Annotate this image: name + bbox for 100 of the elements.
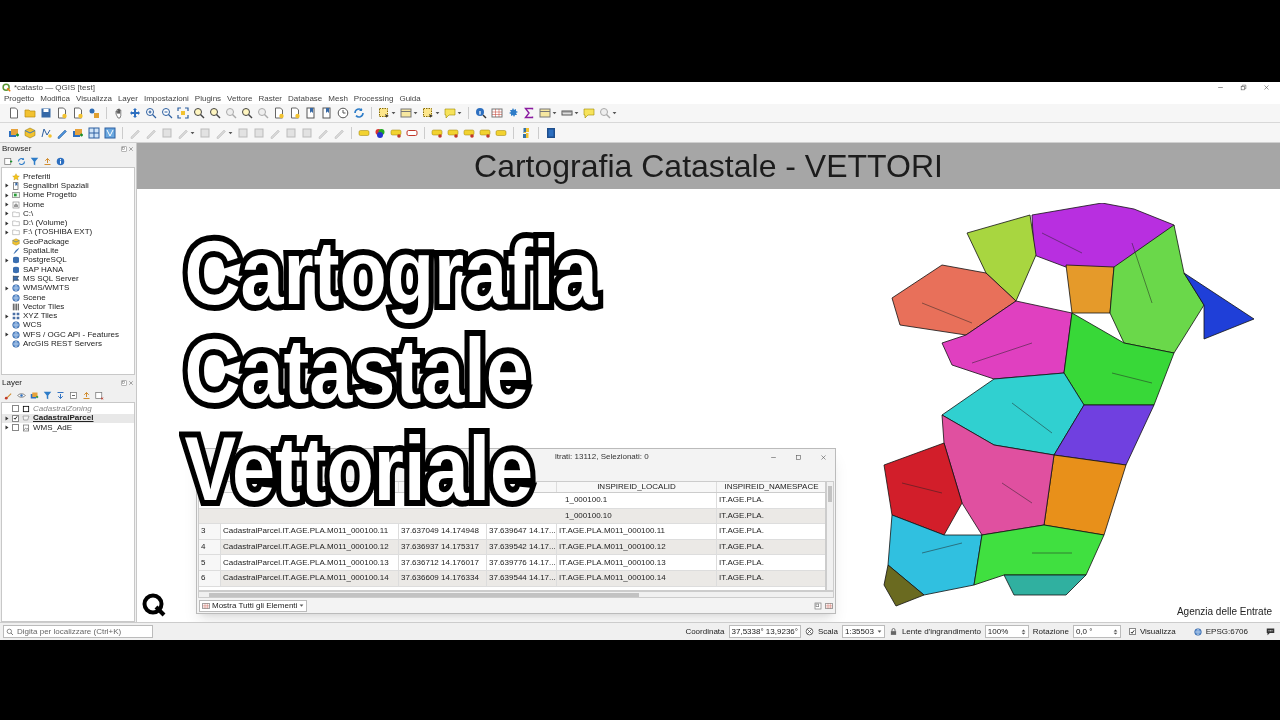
globe-icon[interactable] <box>12 284 20 293</box>
messages-icon[interactable] <box>1266 627 1275 636</box>
expand-arrow-icon[interactable] <box>5 332 9 338</box>
label-icon[interactable] <box>447 126 459 139</box>
legend-entry[interactable]: CadastralZoning <box>33 404 92 413</box>
bookmark-icon[interactable] <box>12 181 20 190</box>
star-icon[interactable] <box>12 172 20 181</box>
expand-all-icon[interactable] <box>56 391 65 400</box>
zoom-out-icon[interactable] <box>161 107 173 119</box>
browser-item[interactable]: C:\ <box>23 209 34 218</box>
label-icon[interactable] <box>390 126 402 139</box>
refresh-icon[interactable] <box>17 156 26 166</box>
vertical-scrollbar[interactable] <box>826 481 834 591</box>
globe-icon[interactable] <box>1193 627 1202 636</box>
selection-icon[interactable] <box>422 107 434 119</box>
float-window-icon[interactable] <box>814 601 822 610</box>
python-icon[interactable] <box>520 126 532 139</box>
expand-arrow-icon[interactable] <box>5 257 9 263</box>
browser-item[interactable]: XYZ Tiles <box>23 312 58 321</box>
restore-icon[interactable] <box>1240 84 1247 91</box>
browser-item[interactable]: F:\ (TOSHIBA EXT) <box>23 228 93 237</box>
maximize-icon[interactable] <box>795 453 802 461</box>
browser-item[interactable]: D:\ (Volume) <box>23 219 68 228</box>
info-icon[interactable] <box>56 156 65 166</box>
globe-icon[interactable] <box>12 321 20 330</box>
label-icon[interactable] <box>431 126 443 139</box>
table-icon[interactable] <box>825 601 833 610</box>
table-icon[interactable] <box>400 107 412 119</box>
eye-icon[interactable] <box>17 391 26 400</box>
browser-item[interactable]: Vector Tiles <box>23 302 65 311</box>
spinner-arrows-icon[interactable] <box>1020 627 1026 636</box>
bars-icon[interactable] <box>12 302 20 311</box>
layer-checkbox[interactable] <box>12 414 19 422</box>
document-star-icon[interactable] <box>56 107 68 119</box>
coordinate-field[interactable]: 37,5338° 13,9236° <box>728 625 801 638</box>
lock-icon[interactable] <box>888 627 898 636</box>
browser-item[interactable]: Preferiti <box>23 172 51 181</box>
clock-icon[interactable] <box>337 107 349 119</box>
document-star-icon[interactable] <box>72 107 84 119</box>
ruler-icon[interactable] <box>561 107 573 119</box>
menu-item[interactable]: Processing <box>353 94 394 103</box>
selection-icon[interactable] <box>378 107 390 119</box>
browser-item[interactable]: WFS / OGC API - Features <box>23 330 120 339</box>
menu-item[interactable]: Mesh <box>328 94 348 103</box>
browser-item[interactable]: Home <box>23 200 45 209</box>
label-icon[interactable] <box>463 126 475 139</box>
caret-icon[interactable] <box>391 110 396 116</box>
feather-icon[interactable] <box>12 247 20 255</box>
caret-icon[interactable] <box>190 129 195 136</box>
info-magnifier-icon[interactable] <box>475 107 487 119</box>
browser-item[interactable]: ArcGIS REST Servers <box>23 340 102 348</box>
vertex-icon[interactable] <box>40 126 52 139</box>
menu-item[interactable]: Guida <box>399 94 421 103</box>
legend-entry[interactable]: WMS_AdE <box>33 423 73 432</box>
document-star-icon[interactable] <box>273 107 285 119</box>
arrow-up-icon[interactable] <box>43 156 52 166</box>
expand-arrow-icon[interactable] <box>5 202 9 208</box>
magnifier-icon[interactable] <box>241 107 253 119</box>
style-icon[interactable] <box>88 107 100 119</box>
expand-arrow-icon[interactable] <box>5 211 9 217</box>
square-symbol-icon[interactable] <box>22 404 30 413</box>
caret-icon[interactable] <box>876 629 882 634</box>
expand-arrow-icon[interactable] <box>5 425 9 431</box>
magnifier-field[interactable]: 100% <box>984 625 1029 638</box>
render-checkbox[interactable] <box>1128 628 1136 635</box>
expand-arrow-icon[interactable] <box>5 229 9 235</box>
tiles-icon[interactable] <box>12 312 20 321</box>
gear-icon[interactable] <box>507 107 519 119</box>
help-book-icon[interactable] <box>545 126 557 139</box>
minimize-icon[interactable] <box>1217 84 1224 91</box>
crs-button[interactable]: EPSG:6706 <box>1205 627 1248 636</box>
menu-item[interactable]: Progetto <box>4 94 35 103</box>
add-layer-icon[interactable] <box>30 391 39 400</box>
globe-icon[interactable] <box>12 330 20 339</box>
row-number[interactable]: 5 <box>199 555 221 570</box>
expand-arrow-icon[interactable] <box>5 313 9 319</box>
collapse-icon[interactable] <box>69 391 78 400</box>
expand-arrow-icon[interactable] <box>5 415 9 421</box>
browser-item[interactable]: WCS <box>23 321 42 330</box>
zoom-extent-icon[interactable] <box>177 107 189 119</box>
rotation-field[interactable]: 0,0 ° <box>1072 625 1121 638</box>
browser-item[interactable]: Home Progetto <box>23 191 77 200</box>
label-icon[interactable] <box>479 126 491 139</box>
menu-item[interactable]: Visualizza <box>76 94 112 103</box>
spinner-arrows-icon[interactable] <box>1112 627 1118 636</box>
browser-item[interactable]: SpatiaLite <box>23 247 59 255</box>
globe-icon[interactable] <box>12 293 20 302</box>
magnifier-icon[interactable] <box>209 107 221 119</box>
caret-icon[interactable] <box>435 110 440 116</box>
menu-item[interactable]: Vettore <box>227 94 253 103</box>
expand-arrow-icon[interactable] <box>5 183 9 189</box>
new-layer-icon[interactable] <box>4 156 13 166</box>
zoom-in-icon[interactable] <box>145 107 157 119</box>
color-circles-icon[interactable] <box>374 126 386 139</box>
menu-item[interactable]: Modifica <box>40 94 71 103</box>
browser-item[interactable]: PostgreSQL <box>23 256 67 265</box>
search-field[interactable]: Digita per localizzare (Ctrl+K) <box>3 625 153 638</box>
compass-icon[interactable] <box>805 627 814 636</box>
menu-item[interactable]: Database <box>288 94 323 103</box>
menu-item[interactable]: Layer <box>117 94 138 103</box>
